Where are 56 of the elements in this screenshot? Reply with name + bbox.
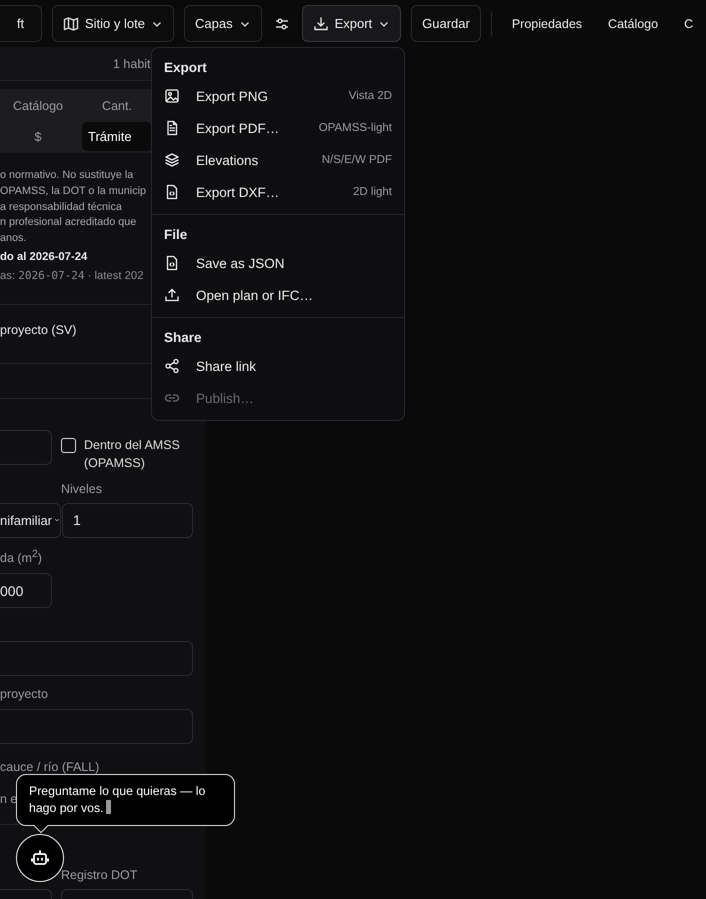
toolbar-link[interactable]: C (684, 16, 694, 30)
file-code-icon (164, 255, 180, 271)
field-label: da (m$^{2}$) (0, 548, 42, 566)
menu-item-hint: N/S/E/W PDF (322, 154, 392, 166)
toolbar-button[interactable]: ft (0, 5, 42, 42)
summary-text: 1 habit (113, 56, 151, 70)
menu-item[interactable]: Export PNG Vista 2D (152, 80, 404, 112)
checkbox[interactable] (61, 438, 76, 453)
latest-date: · latest 202 (88, 270, 144, 282)
menu-section-title: Share (163, 328, 203, 346)
menu-section-title: Export (163, 58, 208, 77)
image-icon (164, 88, 180, 104)
select-field[interactable]: nifamiliar (0, 502, 61, 538)
map-icon (63, 16, 79, 32)
menu-item[interactable]: Export DXF… 2D light (152, 176, 404, 208)
robot-icon (30, 848, 50, 868)
input-field[interactable] (0, 641, 193, 676)
disclaimer-text: o normativo. No sustituye la OPAMSS, la DOT o la municip a responsabilidad técnica n profesional acreditado que anos. (0, 168, 146, 246)
dropdown-button[interactable]: Capas (184, 5, 262, 42)
field-label: proyecto (0, 687, 48, 702)
field-label: cauce / río (FALL) (0, 760, 100, 774)
updated-date: do al 2026-07-24 (0, 250, 88, 263)
tab[interactable]: $ (0, 122, 76, 151)
layers-icon (164, 152, 180, 168)
tab[interactable]: Catálogo (0, 91, 76, 120)
menu-item[interactable]: Share link (152, 350, 404, 382)
menu-item-hint: OPAMSS-light (318, 122, 392, 134)
tooltip-text: Preguntame lo que quieras — lo hago por vos. (29, 783, 206, 817)
share-icon (164, 358, 180, 374)
menu-item[interactable]: Elevations N/S/E/W PDF (152, 144, 404, 176)
dates-label: as: (0, 270, 16, 282)
file-code-icon (164, 184, 180, 200)
upload-icon (164, 287, 180, 303)
dropdown-button[interactable]: Export (302, 5, 402, 42)
tab[interactable]: Trámite (82, 122, 152, 151)
toolbar-link[interactable]: Catálogo (608, 16, 658, 30)
input-field[interactable] (0, 430, 52, 465)
menu-item[interactable]: Export PDF… OPAMSS-light (152, 112, 404, 144)
checkbox-label: Dentro del AMSS (OPAMSS) (84, 436, 181, 472)
field-label: Niveles (61, 482, 102, 496)
input-field[interactable] (0, 709, 193, 744)
menu-section-title: File (163, 226, 188, 244)
toolbar-link[interactable]: Propiedades (512, 16, 582, 30)
date-value: 2026-07-24 (18, 268, 84, 282)
download-icon (312, 16, 329, 32)
field-label: Registro DOT (61, 868, 138, 882)
menu-item-hint: 2D light (353, 186, 392, 198)
tab[interactable]: Cant. (82, 91, 152, 120)
menu-item[interactable]: Save as JSON (152, 247, 404, 279)
input-field[interactable]: 1 (62, 502, 193, 538)
section-title: proyecto (SV) (0, 322, 78, 337)
dropdown-button[interactable]: Sitio y lote (52, 5, 174, 42)
menu-item[interactable]: Open plan or IFC… (152, 279, 404, 311)
toolbar-button[interactable]: Guardar (411, 5, 481, 42)
menu-item-hint: Vista 2D (348, 90, 392, 102)
input-field[interactable]: 000 (0, 573, 52, 608)
